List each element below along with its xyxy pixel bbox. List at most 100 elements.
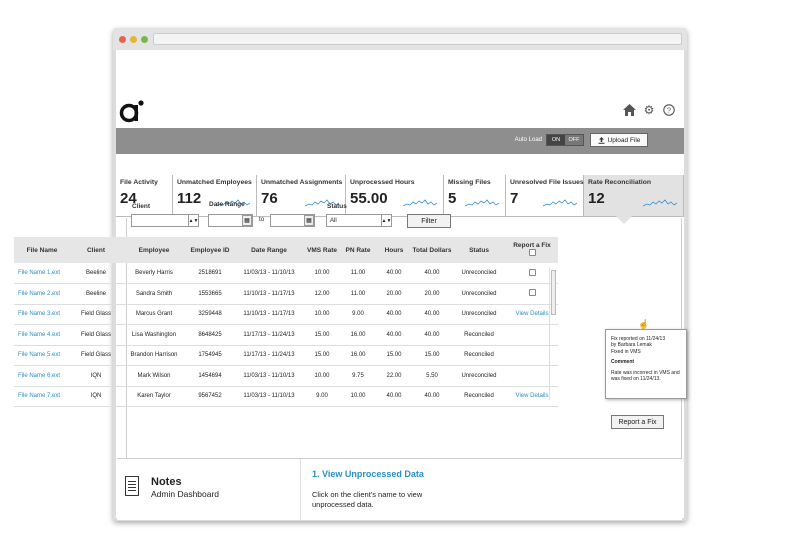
select-all-checkbox[interactable] bbox=[528, 249, 536, 256]
stat-tile[interactable]: Unprocessed Hours 55.00 bbox=[346, 175, 444, 216]
column-header[interactable]: Client bbox=[70, 237, 122, 263]
file-name-link[interactable]: File Name 7.ext bbox=[14, 386, 70, 407]
auto-load-label: Auto Load bbox=[514, 137, 542, 143]
toggle-off[interactable]: OFF bbox=[565, 135, 583, 145]
help-icon[interactable]: ? bbox=[662, 103, 676, 117]
gear-icon[interactable]: ⚙ bbox=[642, 103, 656, 117]
column-header: Employee ID bbox=[186, 237, 234, 263]
client-label: Client bbox=[132, 203, 151, 210]
file-name-link[interactable]: File Name 6.ext bbox=[14, 365, 70, 387]
file-name-link[interactable]: File Name 5.ext bbox=[14, 345, 70, 366]
table-cell: 11/03/13 - 11/10/13 bbox=[234, 365, 304, 387]
close-window-dot[interactable] bbox=[119, 36, 126, 43]
table-cell: 16.00 bbox=[340, 345, 376, 366]
toggle-on[interactable]: ON bbox=[547, 135, 565, 145]
column-header: Date Range bbox=[234, 237, 304, 263]
notes-panel: Notes Admin Dashboard 1. View Unprocesse… bbox=[117, 458, 682, 521]
step-text: Click on the client's name to view unpro… bbox=[312, 490, 423, 509]
table-cell: 9.00 bbox=[304, 386, 340, 407]
stat-tile[interactable]: Unmatched Employees 112 bbox=[173, 175, 257, 216]
table-cell: 11/03/13 - 11/10/13 bbox=[234, 263, 304, 284]
address-bar[interactable] bbox=[153, 33, 682, 45]
scrollbar-thumb[interactable] bbox=[551, 270, 556, 315]
to-label: to bbox=[259, 216, 265, 223]
stat-label: Unprocessed Hours bbox=[350, 179, 415, 186]
table-cell: Sandra Smith bbox=[122, 283, 186, 305]
brand-logo bbox=[119, 100, 144, 123]
table-cell: Brandon Harrison bbox=[122, 345, 186, 366]
file-name-link[interactable]: File Name 3.ext bbox=[14, 304, 70, 325]
stat-label: Rate Reconciliation bbox=[588, 179, 652, 186]
status-label: Status bbox=[327, 203, 347, 210]
table-cell: 15.00 bbox=[376, 345, 412, 366]
table-cell: 20.00 bbox=[376, 283, 412, 305]
svg-text:?: ? bbox=[667, 106, 671, 115]
table-cell: Beverly Harris bbox=[122, 263, 186, 284]
report-a-fix-button[interactable]: Report a Fix bbox=[611, 415, 664, 429]
table-cell: 11/10/13 - 11/17/13 bbox=[234, 304, 304, 325]
sparkline-icon bbox=[403, 199, 437, 207]
home-icon[interactable] bbox=[622, 103, 636, 117]
step-title: 1. View Unprocessed Data bbox=[312, 469, 424, 479]
browser-chrome bbox=[113, 28, 687, 50]
table-cell: 40.00 bbox=[412, 263, 452, 284]
table-cell: Mark Wilson bbox=[122, 365, 186, 387]
status-select[interactable]: All ▲▼ bbox=[326, 214, 392, 227]
stat-tile[interactable]: Rate Reconciliation 12 bbox=[584, 175, 684, 216]
calendar-icon[interactable]: ▦ bbox=[304, 215, 314, 226]
auto-load-toggle[interactable]: ON OFF bbox=[546, 134, 584, 146]
table-row: File Name 2.ext Beeline Sandra Smith 155366… bbox=[14, 283, 558, 305]
tooltip-comment: Rate was incorrect in VMS and was fixed … bbox=[611, 369, 680, 383]
sparkline-icon bbox=[543, 199, 577, 207]
notes-title: Notes bbox=[151, 476, 182, 488]
table-header-row: File Name Client Employee Employee ID Date R… bbox=[14, 237, 558, 263]
maximize-window-dot[interactable] bbox=[141, 36, 148, 43]
file-name-link[interactable]: File Name 4.ext bbox=[14, 324, 70, 346]
column-header: Hours bbox=[376, 237, 412, 263]
stat-tile[interactable]: Missing Files 5 bbox=[444, 175, 506, 216]
table-cell: Karen Taylor bbox=[122, 386, 186, 407]
report-fix-checkbox[interactable] bbox=[528, 268, 536, 276]
reconciliation-table: File Name Client Employee Employee ID Date R… bbox=[14, 237, 558, 407]
minimize-window-dot[interactable] bbox=[130, 36, 137, 43]
calendar-icon[interactable]: ▦ bbox=[242, 215, 252, 226]
select-spinner-icon: ▲▼ bbox=[188, 215, 198, 226]
file-name-link[interactable]: File Name 2.ext bbox=[14, 283, 70, 305]
table-cell: 11.00 bbox=[340, 283, 376, 305]
client-select[interactable]: ▲▼ bbox=[131, 214, 199, 227]
table-body: File Name 1.ext Beeline Beverly Harris 2518… bbox=[14, 263, 558, 407]
table-cell: 40.00 bbox=[376, 386, 412, 407]
tooltip-line: Fixed in VMS bbox=[611, 348, 641, 355]
table-row: File Name 3.ext Field Glass Marcus Grant 32… bbox=[14, 304, 558, 325]
notepad-icon bbox=[125, 476, 139, 496]
filter-button[interactable]: Filter bbox=[407, 214, 451, 228]
date-range-label: Date Range bbox=[209, 201, 245, 208]
tooltip-comment-label: Comment bbox=[611, 359, 635, 366]
status-value: All bbox=[330, 217, 337, 224]
stat-label: Unresolved File Issues bbox=[510, 179, 584, 186]
column-header: VMS Rate bbox=[304, 237, 340, 263]
column-header: Status bbox=[452, 237, 506, 263]
table-cell: 15.00 bbox=[412, 345, 452, 366]
table-cell: Lisa Washington bbox=[122, 324, 186, 346]
table-cell: IQN bbox=[70, 386, 122, 407]
table-cell: 40.00 bbox=[376, 263, 412, 284]
table-cell: 11.00 bbox=[340, 263, 376, 284]
upload-file-button[interactable]: Upload File bbox=[590, 133, 648, 147]
table-cell: 40.00 bbox=[412, 324, 452, 346]
table-cell: 9.00 bbox=[340, 304, 376, 325]
table-cell: Field Glass bbox=[70, 345, 122, 366]
table-cell: Field Glass bbox=[70, 324, 122, 346]
table-cell: 10.00 bbox=[304, 365, 340, 387]
table-cell: 20.00 bbox=[412, 283, 452, 305]
column-header: PN Rate bbox=[340, 237, 376, 263]
table-cell: 10.00 bbox=[340, 386, 376, 407]
stats-bar: File Activity 24 Unmatched Employees 112 Unm… bbox=[116, 175, 684, 217]
stat-tile[interactable]: Unresolved File Issues 7 bbox=[506, 175, 584, 216]
file-name-link[interactable]: File Name 1.ext bbox=[14, 263, 70, 284]
table-row: File Name 6.ext IQN Mark Wilson 1454694 11/0… bbox=[14, 365, 558, 387]
report-fix-checkbox[interactable] bbox=[528, 289, 536, 297]
notes-subtitle: Admin Dashboard bbox=[151, 489, 220, 499]
table-cell: Beeline bbox=[70, 263, 122, 284]
table-scrollbar[interactable] bbox=[549, 268, 556, 400]
